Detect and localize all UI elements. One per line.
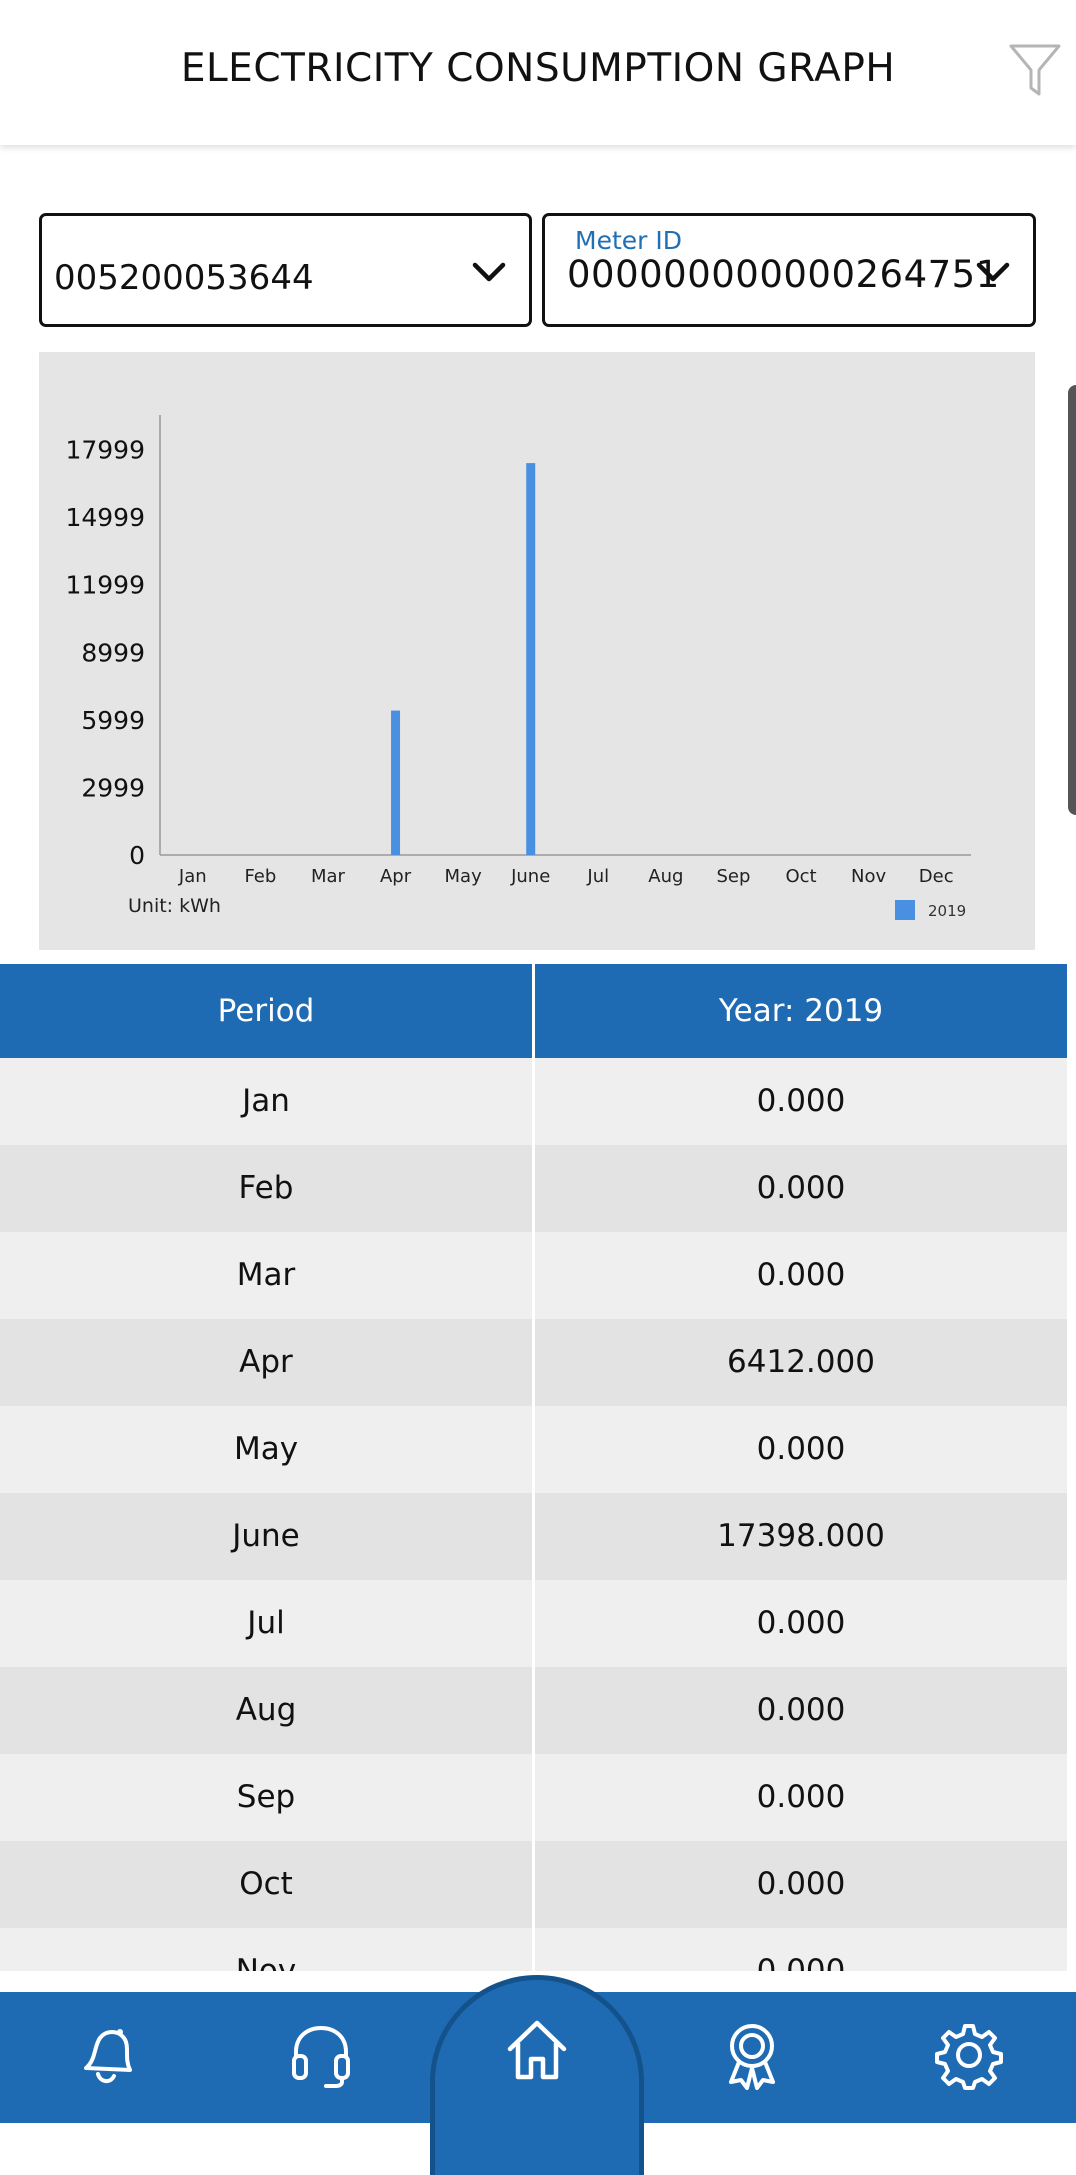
period-cell: Oct (239, 1866, 293, 1902)
value-cell: 0.000 (756, 1692, 846, 1728)
period-column-header: Period (217, 993, 315, 1029)
period-cell: Jan (242, 1083, 290, 1119)
table-row: June 17398.000 (0, 1493, 1067, 1580)
account-number-value: 005200053644 (54, 258, 314, 298)
filter-icon[interactable] (1008, 42, 1062, 98)
value-cell: 0.000 (756, 1431, 846, 1467)
period-cell: Mar (236, 1257, 296, 1293)
period-cell: Nov (235, 1953, 297, 1971)
period-cell: May (233, 1431, 299, 1467)
y-tick-label: 14999 (65, 503, 145, 532)
x-tick-label: Oct (785, 866, 816, 887)
scroll-indicator[interactable] (1068, 385, 1076, 815)
year-column-header: Year: 2019 (718, 993, 884, 1029)
y-tick-label: 0 (129, 841, 145, 870)
home-icon[interactable] (502, 2015, 572, 2085)
x-tick-label: Nov (851, 866, 886, 887)
meter-id-selector[interactable]: Meter ID 000000000000264751 (542, 213, 1036, 327)
consumption-chart: 0 2999 5999 8999 11999 14999 17999 Jan Feb Mar Apr… (39, 352, 1035, 950)
y-tick-label: 11999 (65, 571, 145, 600)
x-tick-label: Apr (380, 866, 412, 887)
chevron-down-icon (472, 262, 506, 282)
x-tick-label: June (510, 866, 550, 887)
account-selector[interactable]: 005200053644 (39, 213, 532, 327)
table-row: Mar 0.000 (0, 1232, 1067, 1319)
period-cell: Sep (236, 1779, 296, 1815)
x-tick-label: Sep (716, 866, 750, 887)
x-tick-label: Feb (244, 866, 276, 887)
table-header: Period Year: 2019 (0, 964, 1067, 1058)
table-row: Sep 0.000 (0, 1754, 1067, 1841)
consumption-table: Period Year: 2019 Jan 0.000 Feb 0.000 Mar 0.0… (0, 964, 1067, 1971)
table-row: Jan 0.000 (0, 1058, 1067, 1145)
legend-label: 2019 (928, 902, 966, 920)
legend-swatch (895, 900, 915, 920)
x-tick-label: Jan (178, 866, 207, 887)
value-cell: 0.000 (756, 1083, 846, 1119)
value-cell: 0.000 (756, 1779, 846, 1815)
table-row: Aug 0.000 (0, 1667, 1067, 1754)
value-cell: 0.000 (756, 1953, 846, 1971)
unit-label: Unit: kWh (128, 895, 221, 917)
meter-id-value: 000000000000264751 (567, 253, 1000, 296)
value-cell: 6412.000 (727, 1344, 875, 1380)
value-cell: 0.000 (756, 1257, 846, 1293)
period-cell: Feb (238, 1170, 294, 1206)
bar-june (526, 463, 536, 855)
table-row: May 0.000 (0, 1406, 1067, 1493)
value-cell: 0.000 (756, 1866, 846, 1902)
y-tick-label: 17999 (65, 436, 145, 465)
bar-apr (391, 710, 401, 855)
app-header: ELECTRICITY CONSUMPTION GRAPH (0, 0, 1076, 145)
award-icon[interactable] (717, 2020, 787, 2090)
table-row: Nov 0.000 (0, 1928, 1067, 1971)
x-tick-label: May (445, 866, 483, 887)
table-row: Jul 0.000 (0, 1580, 1067, 1667)
value-cell: 0.000 (756, 1605, 846, 1641)
value-cell: 0.000 (756, 1170, 846, 1206)
x-tick-label: Aug (648, 866, 683, 887)
y-tick-label: 2999 (81, 773, 145, 802)
x-tick-label: Jul (586, 866, 609, 887)
table-row: Feb 0.000 (0, 1145, 1067, 1232)
y-tick-label: 5999 (81, 706, 145, 735)
x-tick-label: Dec (919, 866, 954, 887)
page-title: ELECTRICITY CONSUMPTION GRAPH (180, 46, 896, 91)
period-cell: June (232, 1518, 300, 1554)
chevron-down-icon (976, 262, 1010, 282)
period-cell: Jul (247, 1605, 285, 1641)
gear-icon[interactable] (934, 2020, 1004, 2090)
table-row: Apr 6412.000 (0, 1319, 1067, 1406)
table-body: Jan 0.000 Feb 0.000 Mar 0.000 Apr 6412.000 May 0.… (0, 1058, 1067, 1971)
period-cell: Aug (235, 1692, 297, 1728)
bar-chart: 0 2999 5999 8999 11999 14999 17999 Jan Feb Mar Apr… (65, 415, 971, 920)
bell-icon[interactable] (72, 2020, 142, 2090)
x-tick-label: Mar (311, 866, 346, 887)
meter-id-label: Meter ID (575, 226, 682, 255)
period-cell: Apr (239, 1344, 293, 1380)
table-row: Oct 0.000 (0, 1841, 1067, 1928)
headset-icon[interactable] (286, 2020, 356, 2090)
value-cell: 17398.000 (717, 1518, 885, 1554)
y-tick-label: 8999 (81, 638, 145, 667)
